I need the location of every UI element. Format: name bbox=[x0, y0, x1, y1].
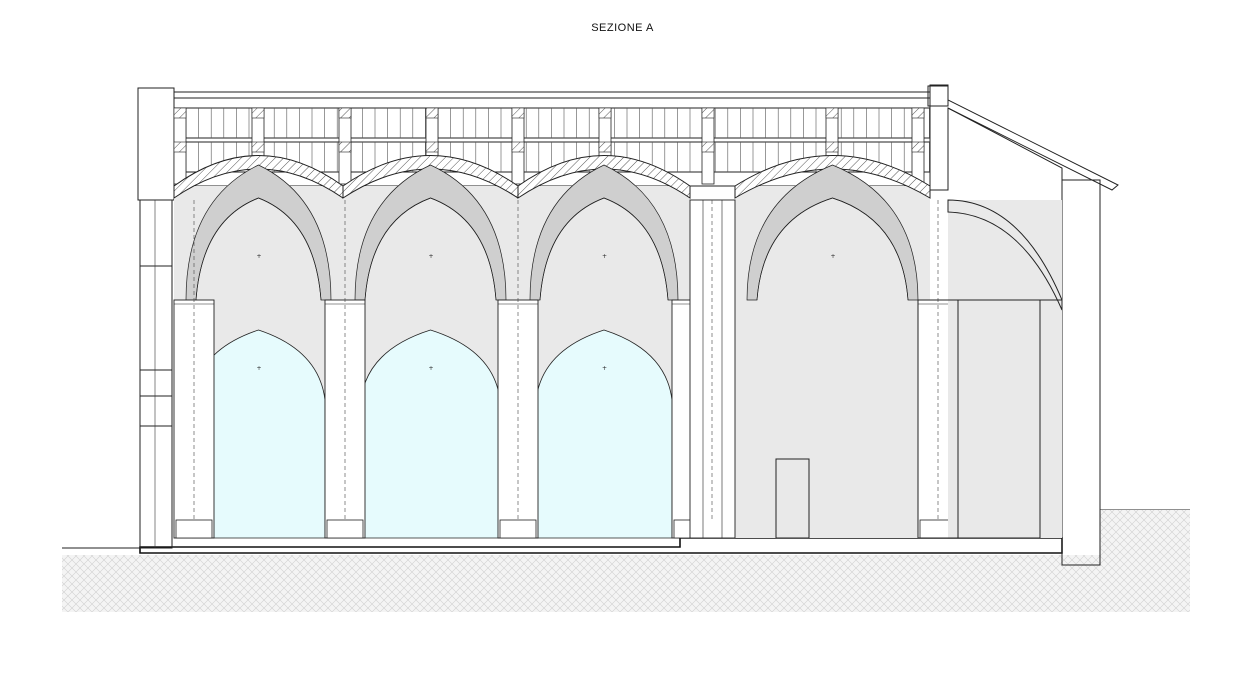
svg-text:+: + bbox=[831, 253, 836, 260]
glazed-arch bbox=[535, 329, 673, 539]
vault-bay: ++ bbox=[342, 155, 519, 539]
svg-text:+: + bbox=[602, 365, 607, 372]
svg-text:+: + bbox=[602, 253, 607, 260]
svg-text:+: + bbox=[429, 365, 434, 372]
svg-text:+: + bbox=[429, 253, 434, 260]
pillar-central bbox=[689, 199, 736, 539]
svg-text:+: + bbox=[257, 253, 262, 260]
vault-bay: ++ bbox=[517, 155, 691, 539]
building-section-drawing: +++++++ bbox=[62, 84, 1190, 612]
vault-bays: +++++++ bbox=[173, 155, 959, 539]
svg-text:+: + bbox=[257, 365, 262, 372]
vault-bay: + bbox=[734, 155, 931, 538]
left-wall bbox=[137, 87, 175, 549]
sloped-roof bbox=[927, 84, 1119, 191]
floor-slab bbox=[139, 537, 1063, 554]
right-wall bbox=[1061, 179, 1101, 566]
glazed-arch bbox=[360, 329, 501, 539]
